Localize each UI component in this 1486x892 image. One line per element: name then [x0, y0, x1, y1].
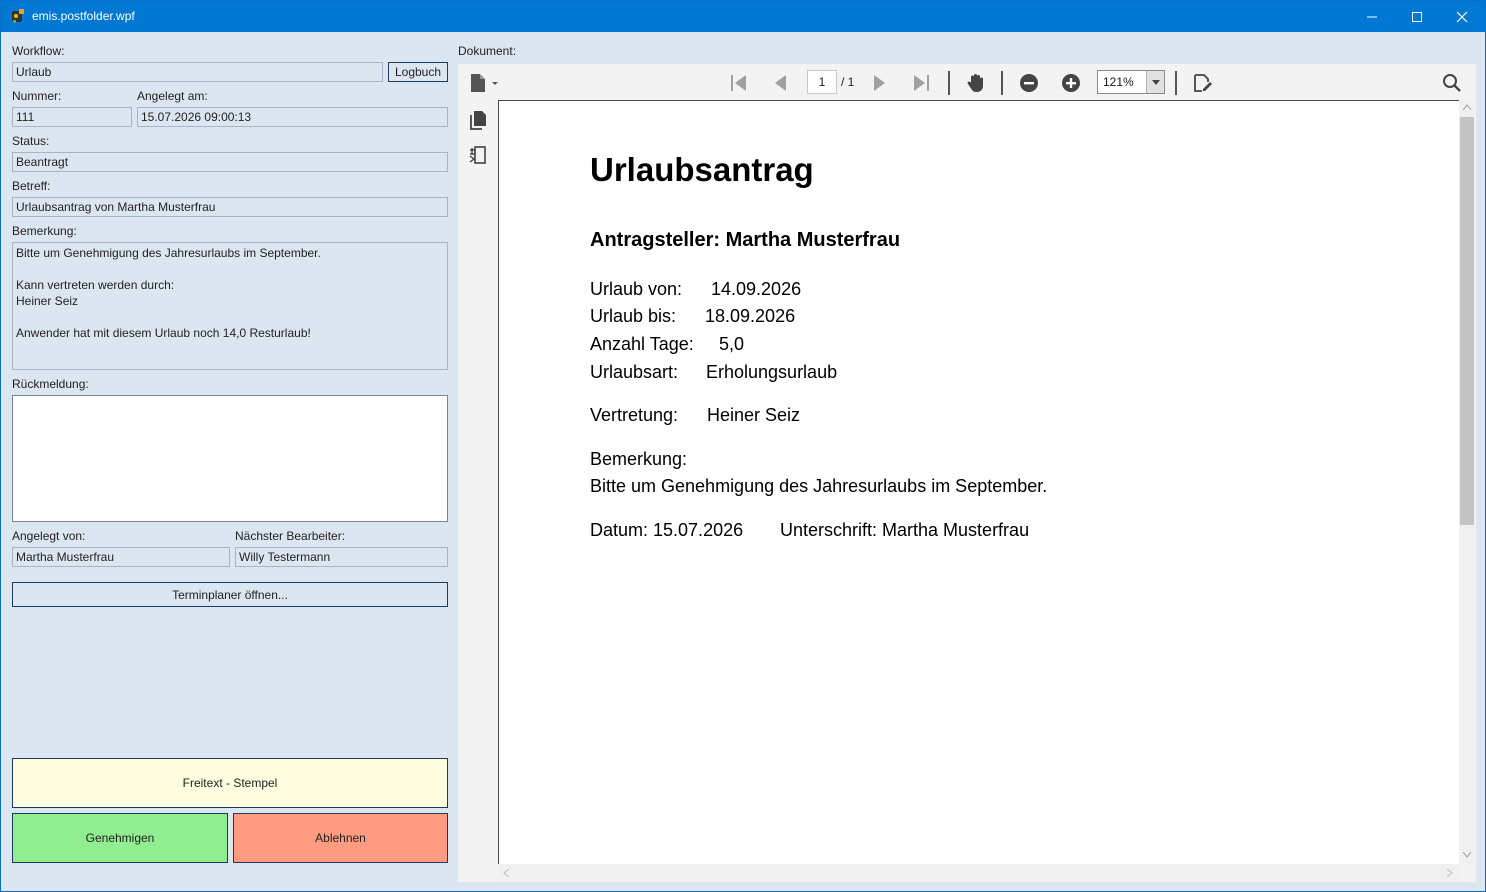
pan-tool-button[interactable]: [965, 72, 987, 94]
minimize-button[interactable]: [1349, 1, 1395, 32]
last-page-icon: [914, 75, 929, 91]
vertretung-value: Heiner Seiz: [707, 405, 801, 425]
status-field[interactable]: Beantragt: [12, 152, 448, 172]
angelegt-am-field[interactable]: 15.07.2026 09:00:13: [137, 107, 448, 127]
dokument-label: Dokument:: [458, 44, 517, 58]
urlaub-von-label: Urlaub von:: [590, 279, 683, 299]
workflow-label: Workflow:: [12, 44, 65, 58]
next-page-button[interactable]: [869, 72, 891, 94]
naechster-bearbeiter-field[interactable]: Willy Testermann: [235, 547, 448, 567]
thumbnails-icon: [470, 111, 486, 130]
vertretung-label: Vertretung:: [590, 405, 679, 425]
chevron-down-icon: [1151, 79, 1160, 85]
anzahl-tage-label: Anzahl Tage:: [590, 334, 694, 354]
minimize-icon: [1367, 16, 1377, 17]
genehmigen-button[interactable]: Genehmigen: [12, 813, 228, 863]
document-title: Urlaubsantrag: [590, 151, 814, 188]
doc-unterschrift: Unterschrift: Martha Musterfrau: [780, 520, 1030, 540]
window-title: emis.postfolder.wpf: [32, 9, 135, 23]
workflow-field[interactable]: Urlaub: [12, 62, 383, 82]
toolbar-separator: [1175, 71, 1177, 95]
vertical-scroll-thumb[interactable]: [1460, 117, 1474, 525]
maximize-button[interactable]: [1394, 1, 1440, 32]
document-page: Urlaubsantrag Antragsteller: Martha Must…: [498, 100, 1460, 864]
urlaubsart-value: Erholungsurlaub: [706, 362, 838, 382]
scroll-down-icon[interactable]: [1463, 852, 1471, 858]
file-menu-button[interactable]: [468, 72, 502, 94]
toolbar-separator: [1001, 71, 1003, 95]
first-page-button[interactable]: [728, 72, 750, 94]
zoom-value: 121%: [1103, 75, 1134, 89]
rueckmeldung-label: Rückmeldung:: [12, 377, 89, 391]
viewer-side-rail: [458, 100, 498, 882]
pdf-viewer: 1 / 1 121% Urlaubsantrag Antragsteller: …: [458, 64, 1476, 882]
last-page-button[interactable]: [910, 72, 932, 94]
search-icon: [1443, 74, 1461, 92]
previous-page-icon: [775, 75, 786, 91]
file-menu-icon: [471, 74, 498, 92]
freitext-stempel-button[interactable]: Freitext - Stempel: [12, 758, 448, 808]
zoom-in-icon: [1062, 74, 1080, 92]
page-area[interactable]: Urlaubsantrag Antragsteller: Martha Must…: [498, 100, 1474, 864]
angelegt-am-label: Angelegt am:: [137, 89, 208, 103]
betreff-label: Betreff:: [12, 179, 51, 193]
scroll-left-icon[interactable]: [503, 869, 509, 877]
zoom-dropdown-button[interactable]: [1146, 71, 1164, 93]
urlaub-bis-label: Urlaub bis:: [590, 306, 677, 326]
doc-bemerkung-value: Bitte um Genehmigung des Jahresurlaubs i…: [590, 476, 1048, 496]
anzahl-tage-value: 5,0: [719, 334, 745, 354]
angelegt-von-label: Angelegt von:: [12, 529, 86, 543]
document-antragsteller: Antragsteller: Martha Musterfrau: [590, 229, 901, 251]
angelegt-von-field[interactable]: Martha Musterfrau: [12, 547, 230, 567]
app-window: emis.postfolder.wpf Workflow: Urlaub Log…: [0, 0, 1486, 892]
page-number-input[interactable]: 1: [807, 70, 837, 94]
pan-hand-icon: [967, 74, 983, 92]
zoom-out-icon: [1020, 74, 1038, 92]
zoom-out-button[interactable]: [1018, 72, 1040, 94]
close-icon: [1456, 11, 1468, 22]
doc-datum: Datum: 15.07.2026: [590, 520, 744, 540]
sign-document-button[interactable]: [1191, 72, 1213, 94]
terminplaner-button[interactable]: Terminplaner öffnen...: [12, 582, 448, 607]
maximize-icon: [1412, 11, 1422, 22]
page-total: / 1: [841, 75, 855, 89]
app-icon: [12, 9, 24, 23]
bemerkung-field[interactable]: Bitte um Genehmigung des Jahresurlaubs i…: [12, 242, 448, 370]
zoom-in-button[interactable]: [1060, 72, 1082, 94]
sign-document-icon: [1194, 74, 1212, 92]
doc-bemerkung-label: Bemerkung:: [590, 449, 688, 469]
viewer-toolbar: 1 / 1 121%: [458, 64, 1476, 100]
urlaub-bis-value: 18.09.2026: [705, 306, 796, 326]
betreff-field[interactable]: Urlaubsantrag von Martha Musterfrau: [12, 197, 448, 217]
zoom-select[interactable]: 121%: [1097, 70, 1165, 94]
horizontal-scrollbar[interactable]: [498, 864, 1459, 882]
logbuch-button[interactable]: Logbuch: [388, 62, 448, 82]
ablehnen-button[interactable]: Ablehnen: [233, 813, 448, 863]
bookmarks-button[interactable]: [467, 144, 489, 166]
close-button[interactable]: [1439, 1, 1485, 32]
urlaubsart-label: Urlaubsart:: [590, 362, 679, 382]
toolbar-separator: [948, 71, 950, 95]
previous-page-button[interactable]: [769, 72, 791, 94]
nummer-label: Nummer:: [12, 89, 62, 103]
search-button[interactable]: [1441, 72, 1463, 94]
vertical-scrollbar[interactable]: [1459, 100, 1475, 864]
bemerkung-label: Bemerkung:: [12, 224, 77, 238]
rueckmeldung-input[interactable]: [12, 395, 448, 522]
scroll-up-icon[interactable]: [1463, 104, 1471, 110]
nummer-field[interactable]: 111: [12, 107, 132, 127]
naechster-bearbeiter-label: Nächster Bearbeiter:: [235, 529, 346, 543]
first-page-icon: [731, 75, 746, 91]
status-label: Status:: [12, 134, 50, 148]
thumbnails-button[interactable]: [467, 109, 489, 131]
bookmarks-icon: [469, 146, 486, 164]
urlaub-von-value: 14.09.2026: [711, 279, 802, 299]
scroll-right-icon[interactable]: [1447, 869, 1453, 877]
next-page-icon: [874, 75, 885, 91]
client-area: Workflow: Urlaub Logbuch Nummer: Angeleg…: [1, 32, 1485, 891]
title-bar[interactable]: emis.postfolder.wpf: [1, 1, 1485, 32]
